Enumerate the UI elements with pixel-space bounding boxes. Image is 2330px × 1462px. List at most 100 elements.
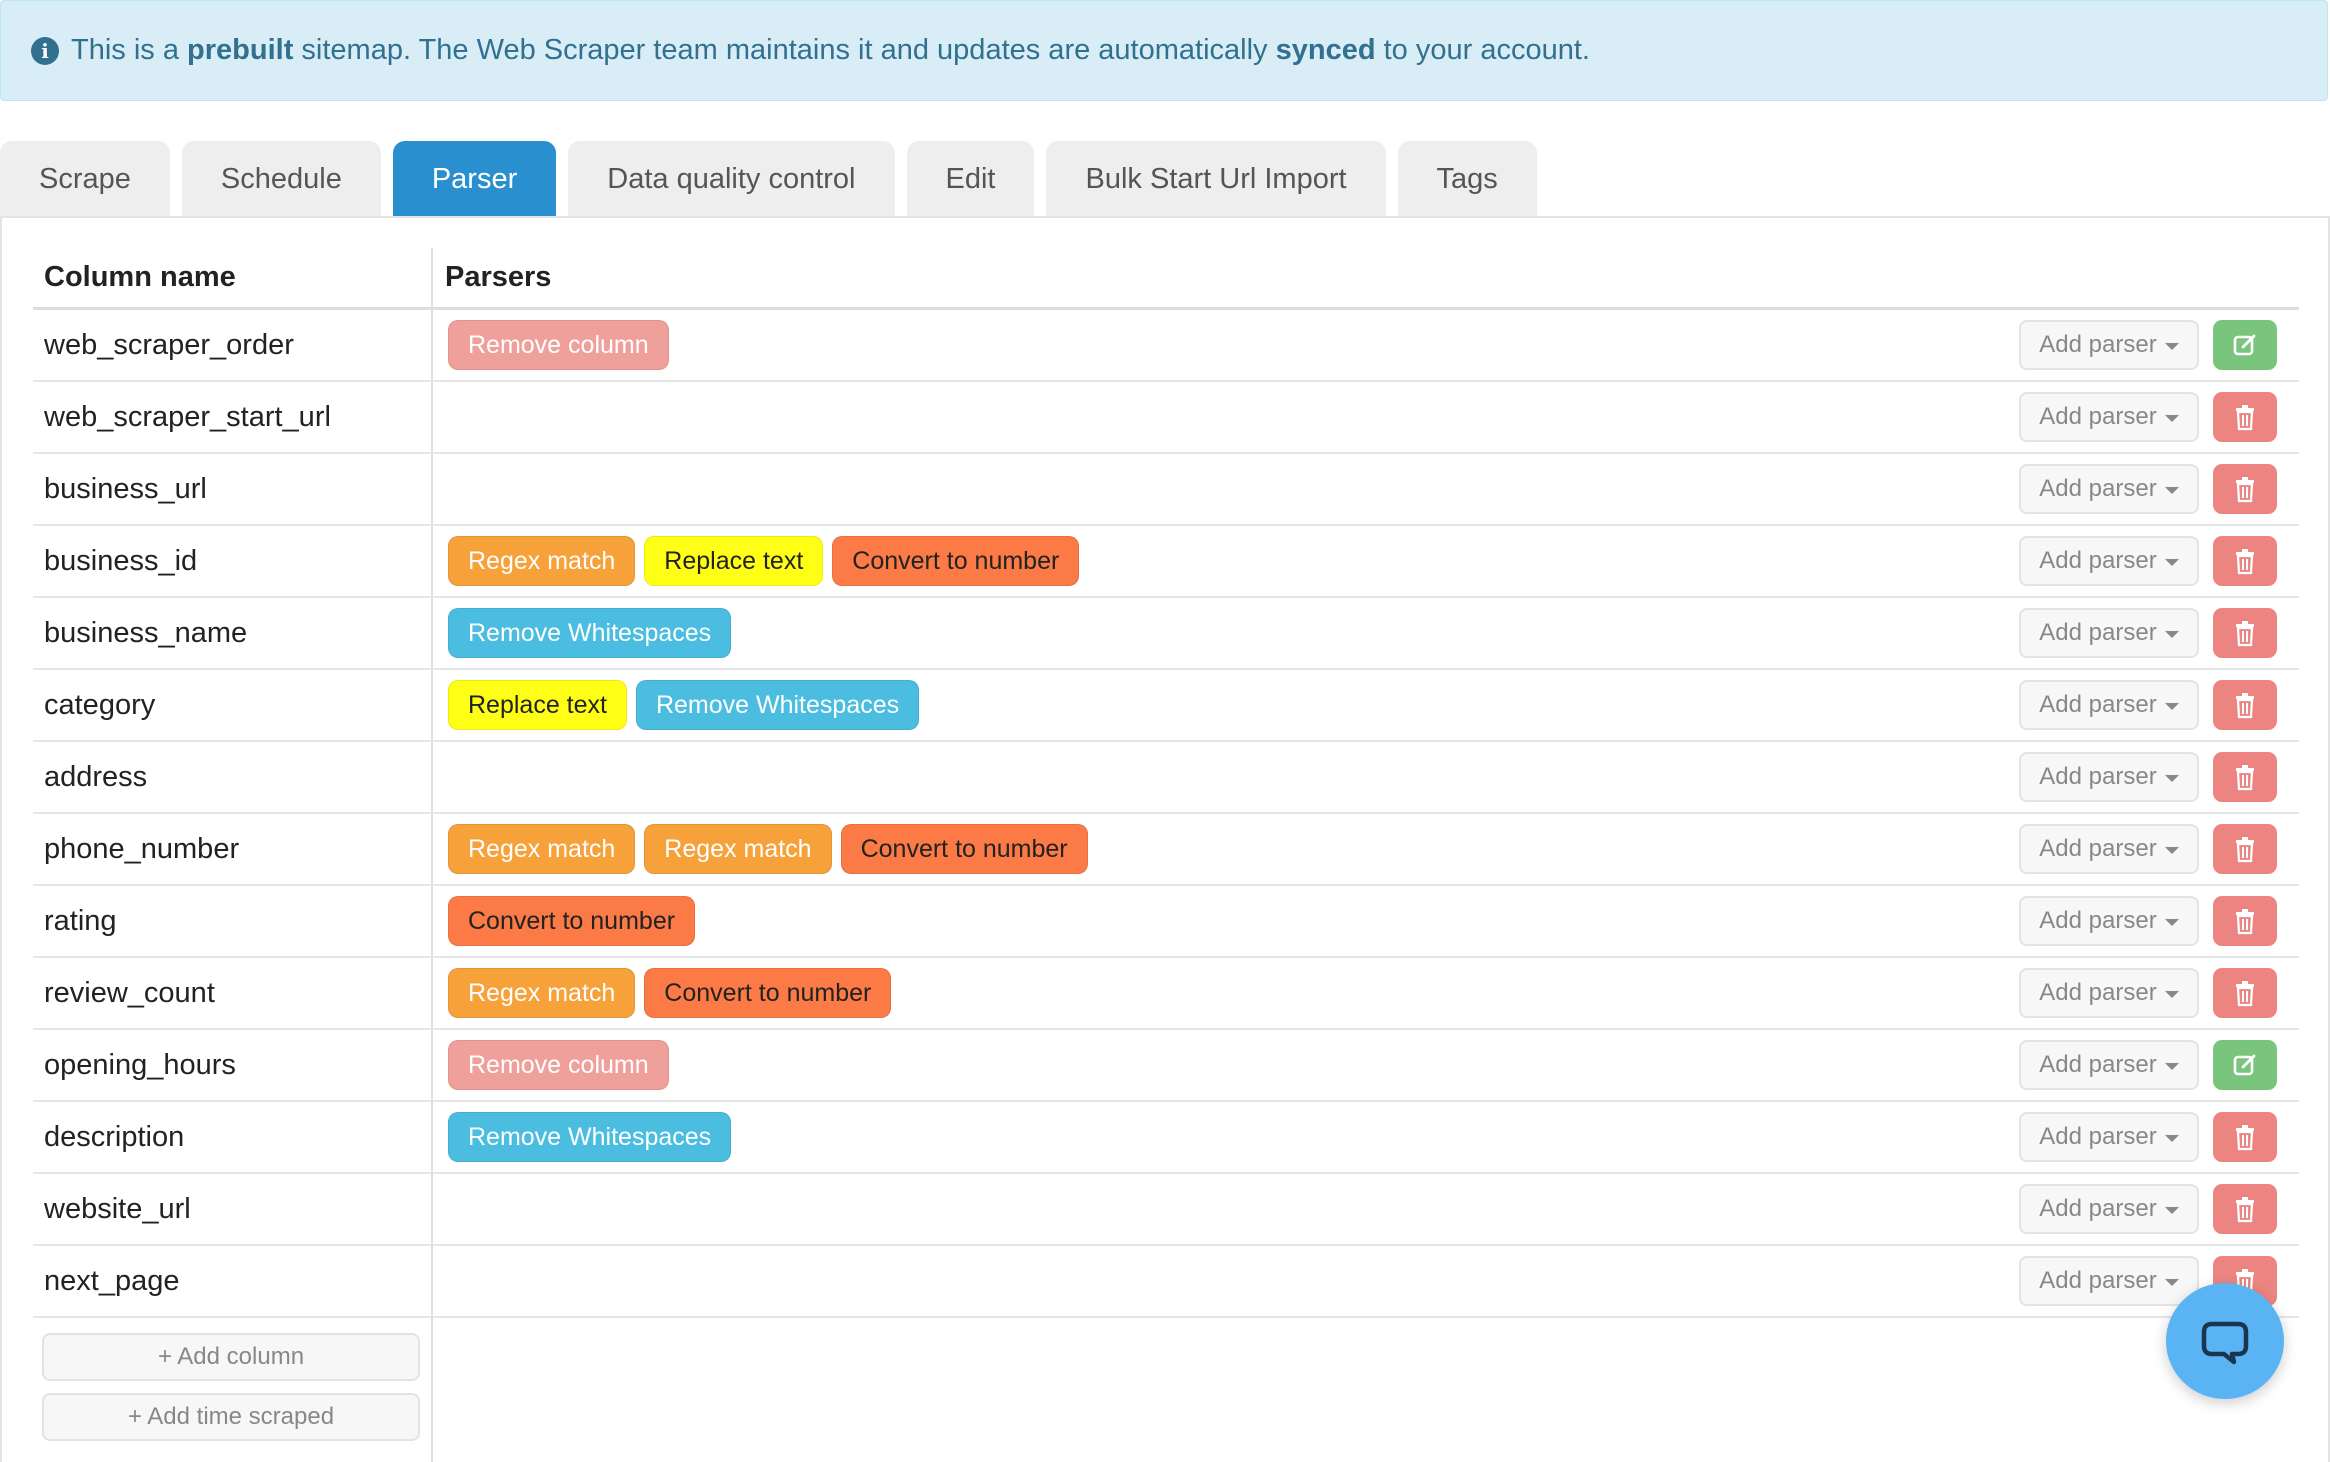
add-parser-dropdown[interactable]: Add parser <box>2019 1256 2199 1306</box>
add-parser-dropdown[interactable]: Add parser <box>2019 1184 2199 1234</box>
parser-chip-convert-to-number[interactable]: Convert to number <box>448 896 696 946</box>
add-parser-dropdown[interactable]: Add parser <box>2019 752 2199 802</box>
parsers-cell: Convert to number Add parser <box>433 886 2299 956</box>
parser-chip-remove-column[interactable]: Remove column <box>448 320 669 370</box>
delete-button[interactable] <box>2213 1184 2277 1234</box>
row-actions: Add parser <box>2019 742 2277 812</box>
add-parser-label: Add parser <box>2039 763 2157 790</box>
caret-down-icon <box>2164 1279 2179 1286</box>
column-name-cell: business_url <box>33 454 433 524</box>
add-parser-dropdown[interactable]: Add parser <box>2019 608 2199 658</box>
parsers-cell: Remove column Add parser <box>433 310 2299 380</box>
table-row: opening_hours Remove column Add parser <box>33 1030 2299 1102</box>
table-row: business_id Regex match Replace text Conver… <box>33 526 2299 598</box>
trash-icon <box>2233 691 2257 719</box>
add-parser-dropdown[interactable]: Add parser <box>2019 896 2199 946</box>
delete-button[interactable] <box>2213 896 2277 946</box>
column-name-cell: business_id <box>33 526 433 596</box>
trash-icon <box>2233 403 2257 431</box>
add-parser-label: Add parser <box>2039 1267 2157 1294</box>
parser-chip-remove-whitespaces[interactable]: Remove Whitespaces <box>448 608 732 658</box>
parser-chip-replace-text[interactable]: Replace text <box>448 680 627 730</box>
delete-button[interactable] <box>2213 752 2277 802</box>
add-parser-dropdown[interactable]: Add parser <box>2019 392 2199 442</box>
parsers-cell: Remove column Add parser <box>433 1030 2299 1100</box>
add-parser-label: Add parser <box>2039 979 2157 1006</box>
trash-icon <box>2233 1123 2257 1151</box>
parser-chip-regex-match[interactable]: Regex match <box>644 824 832 874</box>
edit-icon <box>2231 331 2259 359</box>
add-parser-dropdown[interactable]: Add parser <box>2019 680 2199 730</box>
delete-button[interactable] <box>2213 392 2277 442</box>
tab-bulk-start-url-import[interactable]: Bulk Start Url Import <box>1046 141 1386 218</box>
add-parser-label: Add parser <box>2039 331 2157 358</box>
tab-edit[interactable]: Edit <box>906 141 1035 218</box>
row-actions: Add parser <box>2019 886 2277 956</box>
trash-icon <box>2233 907 2257 935</box>
caret-down-icon <box>2164 775 2179 782</box>
parser-chip-convert-to-number[interactable]: Convert to number <box>840 824 1088 874</box>
parser-chip-remove-column[interactable]: Remove column <box>448 1040 669 1090</box>
add-parser-label: Add parser <box>2039 619 2157 646</box>
column-name-cell: description <box>33 1102 433 1172</box>
parsers-header: Parsers <box>445 261 552 293</box>
edit-button[interactable] <box>2213 320 2277 370</box>
add-parser-dropdown[interactable]: Add parser <box>2019 464 2199 514</box>
add-parser-dropdown[interactable]: Add parser <box>2019 1112 2199 1162</box>
table-row: address Add parser <box>33 742 2299 814</box>
parsers-cell: Add parser <box>433 742 2299 812</box>
parsers-cell: Remove Whitespaces Add parser <box>433 1102 2299 1172</box>
add-parser-label: Add parser <box>2039 907 2157 934</box>
chat-button[interactable] <box>2166 1283 2284 1399</box>
delete-button[interactable] <box>2213 608 2277 658</box>
caret-down-icon <box>2164 1135 2179 1142</box>
add-time-scraped-button[interactable]: + Add time scraped <box>42 1393 420 1441</box>
tab-scrape[interactable]: Scrape <box>0 141 170 218</box>
delete-button[interactable] <box>2213 680 2277 730</box>
tab-schedule[interactable]: Schedule <box>181 141 381 218</box>
add-parser-dropdown[interactable]: Add parser <box>2019 968 2199 1018</box>
add-parser-dropdown[interactable]: Add parser <box>2019 320 2199 370</box>
add-parser-dropdown[interactable]: Add parser <box>2019 536 2199 586</box>
table-row: business_url Add parser <box>33 454 2299 526</box>
caret-down-icon <box>2164 847 2179 854</box>
parser-chip-remove-whitespaces[interactable]: Remove Whitespaces <box>448 1112 732 1162</box>
caret-down-icon <box>2164 415 2179 422</box>
tab-parser[interactable]: Parser <box>392 141 557 218</box>
tab-tags[interactable]: Tags <box>1397 141 1537 218</box>
add-parser-label: Add parser <box>2039 1123 2157 1150</box>
column-name-header: Column name <box>33 248 433 307</box>
edit-button[interactable] <box>2213 1040 2277 1090</box>
column-name-cell: next_page <box>33 1246 433 1316</box>
delete-button[interactable] <box>2213 824 2277 874</box>
chat-bubble-icon <box>2201 1321 2249 1365</box>
info-banner: i This is a prebuilt sitemap. The Web Sc… <box>0 0 2328 101</box>
parser-chip-regex-match[interactable]: Regex match <box>448 536 636 586</box>
row-actions: Add parser <box>2019 1174 2277 1244</box>
add-parser-dropdown[interactable]: Add parser <box>2019 824 2199 874</box>
add-column-button[interactable]: + Add column <box>42 1333 420 1381</box>
delete-button[interactable] <box>2213 464 2277 514</box>
parsers-cell: Regex match Convert to number Add parser <box>433 958 2299 1028</box>
column-name-cell: website_url <box>33 1174 433 1244</box>
row-actions: Add parser <box>2019 454 2277 524</box>
delete-button[interactable] <box>2213 1112 2277 1162</box>
delete-button[interactable] <box>2213 536 2277 586</box>
delete-button[interactable] <box>2213 968 2277 1018</box>
parser-chip-regex-match[interactable]: Regex match <box>448 968 636 1018</box>
parsers-cell: Add parser <box>433 454 2299 524</box>
table-row: review_count Regex match Convert to number… <box>33 958 2299 1030</box>
table-row: website_url Add parser <box>33 1174 2299 1246</box>
parser-chip-convert-to-number[interactable]: Convert to number <box>644 968 892 1018</box>
add-parser-dropdown[interactable]: Add parser <box>2019 1040 2199 1090</box>
parsers-cell: Add parser <box>433 1174 2299 1244</box>
parser-chip-replace-text[interactable]: Replace text <box>644 536 824 586</box>
table-row: description Remove Whitespaces Add parser <box>33 1102 2299 1174</box>
tab-data-quality-control[interactable]: Data quality control <box>568 141 895 218</box>
parser-chip-convert-to-number[interactable]: Convert to number <box>832 536 1080 586</box>
parser-chip-remove-whitespaces[interactable]: Remove Whitespaces <box>635 680 920 730</box>
caret-down-icon <box>2164 631 2179 638</box>
parser-chip-regex-match[interactable]: Regex match <box>448 824 636 874</box>
parsers-cell: Regex match Replace text Convert to number… <box>433 526 2299 596</box>
column-name-cell: address <box>33 742 433 812</box>
